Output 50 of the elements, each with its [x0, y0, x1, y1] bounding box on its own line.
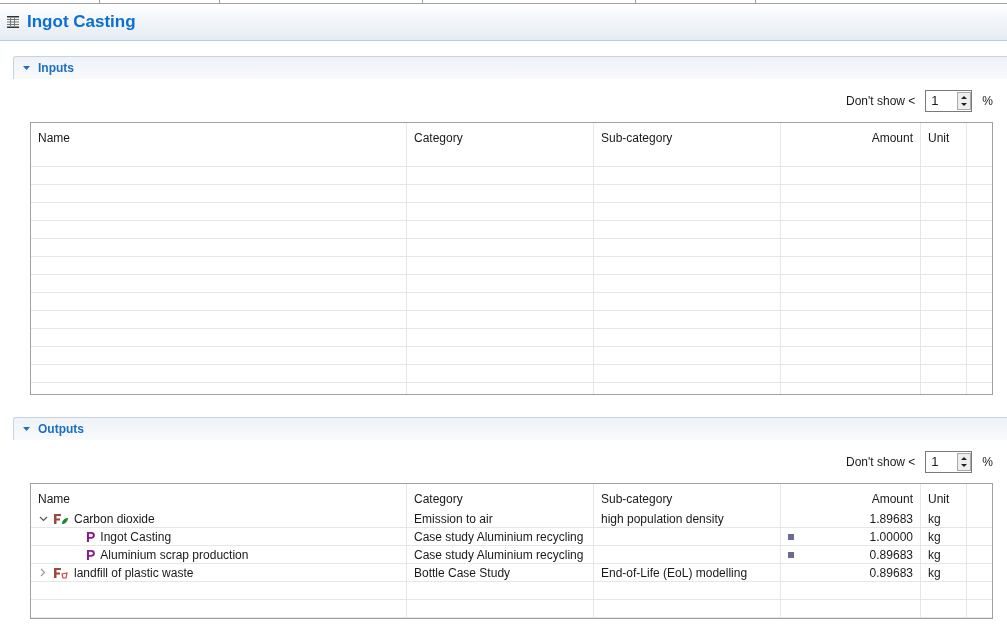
column-header[interactable]: Sub-category [601, 490, 673, 508]
flow-leaf-icon [53, 512, 69, 525]
contribution-marker [788, 533, 794, 540]
section-header[interactable]: Inputs [13, 56, 1007, 79]
editor-title: Ingot Casting [27, 11, 136, 34]
column-header[interactable]: Amount [871, 129, 913, 147]
spinner-arrows-icon[interactable] [957, 453, 972, 471]
category-cell-text: Case study Aluminium recycling [414, 528, 584, 546]
column-header[interactable]: Category [414, 129, 463, 147]
section-header[interactable]: Outputs [13, 417, 1007, 440]
amount-cell-text: 1.89683 [869, 510, 913, 528]
column-header[interactable]: Unit [928, 129, 950, 147]
column-header[interactable]: Name [38, 129, 70, 147]
column-header[interactable]: Name [38, 490, 70, 508]
triangle-icon [22, 64, 31, 72]
flow-waste-icon [53, 566, 69, 579]
name-cell-text: Carbon dioxide [74, 510, 155, 528]
table-icon [7, 16, 19, 28]
sub-category-cell-text: End-of-Life (EoL) modelling [601, 564, 748, 582]
name-cell-text: landfill of plastic waste [74, 564, 194, 582]
column-header[interactable]: Category [414, 490, 463, 508]
unit-cell-text: kg [928, 546, 941, 564]
category-cell-text: Emission to air [414, 510, 493, 528]
category-cell-text: Case study Aluminium recycling [414, 546, 584, 564]
percent-unit: % [982, 93, 993, 110]
expand-chevron-icon[interactable] [40, 568, 46, 577]
category-cell-text: Bottle Case Study [414, 564, 511, 582]
name-cell-text: Ingot Casting [100, 528, 172, 546]
triangle-icon [22, 425, 31, 433]
filter-label: Don't show < [846, 93, 916, 110]
column-header[interactable]: Sub-category [601, 129, 673, 147]
process-icon: P [86, 547, 96, 562]
unit-cell-text: kg [928, 510, 941, 528]
column-header[interactable]: Amount [871, 490, 913, 508]
spinner-arrows-icon[interactable] [957, 92, 972, 110]
amount-cell-text: 0.89683 [869, 564, 913, 582]
name-cell-text: Aluminium scrap production [100, 546, 249, 564]
amount-cell-text: 1.00000 [869, 528, 913, 546]
unit-cell-text: kg [928, 528, 941, 546]
collapse-chevron-icon[interactable] [38, 515, 48, 522]
process-icon: P [86, 529, 96, 544]
column-header[interactable]: Unit [928, 490, 950, 508]
sub-category-cell-text: high population density [601, 510, 724, 528]
unit-cell-text: kg [928, 564, 941, 582]
percent-unit: % [982, 454, 993, 471]
contribution-marker [788, 551, 794, 558]
percent-spinner[interactable]: 1 [925, 451, 973, 473]
filter-label: Don't show < [846, 454, 916, 471]
amount-cell-text: 0.89683 [869, 546, 913, 564]
percent-spinner[interactable]: 1 [925, 90, 973, 112]
